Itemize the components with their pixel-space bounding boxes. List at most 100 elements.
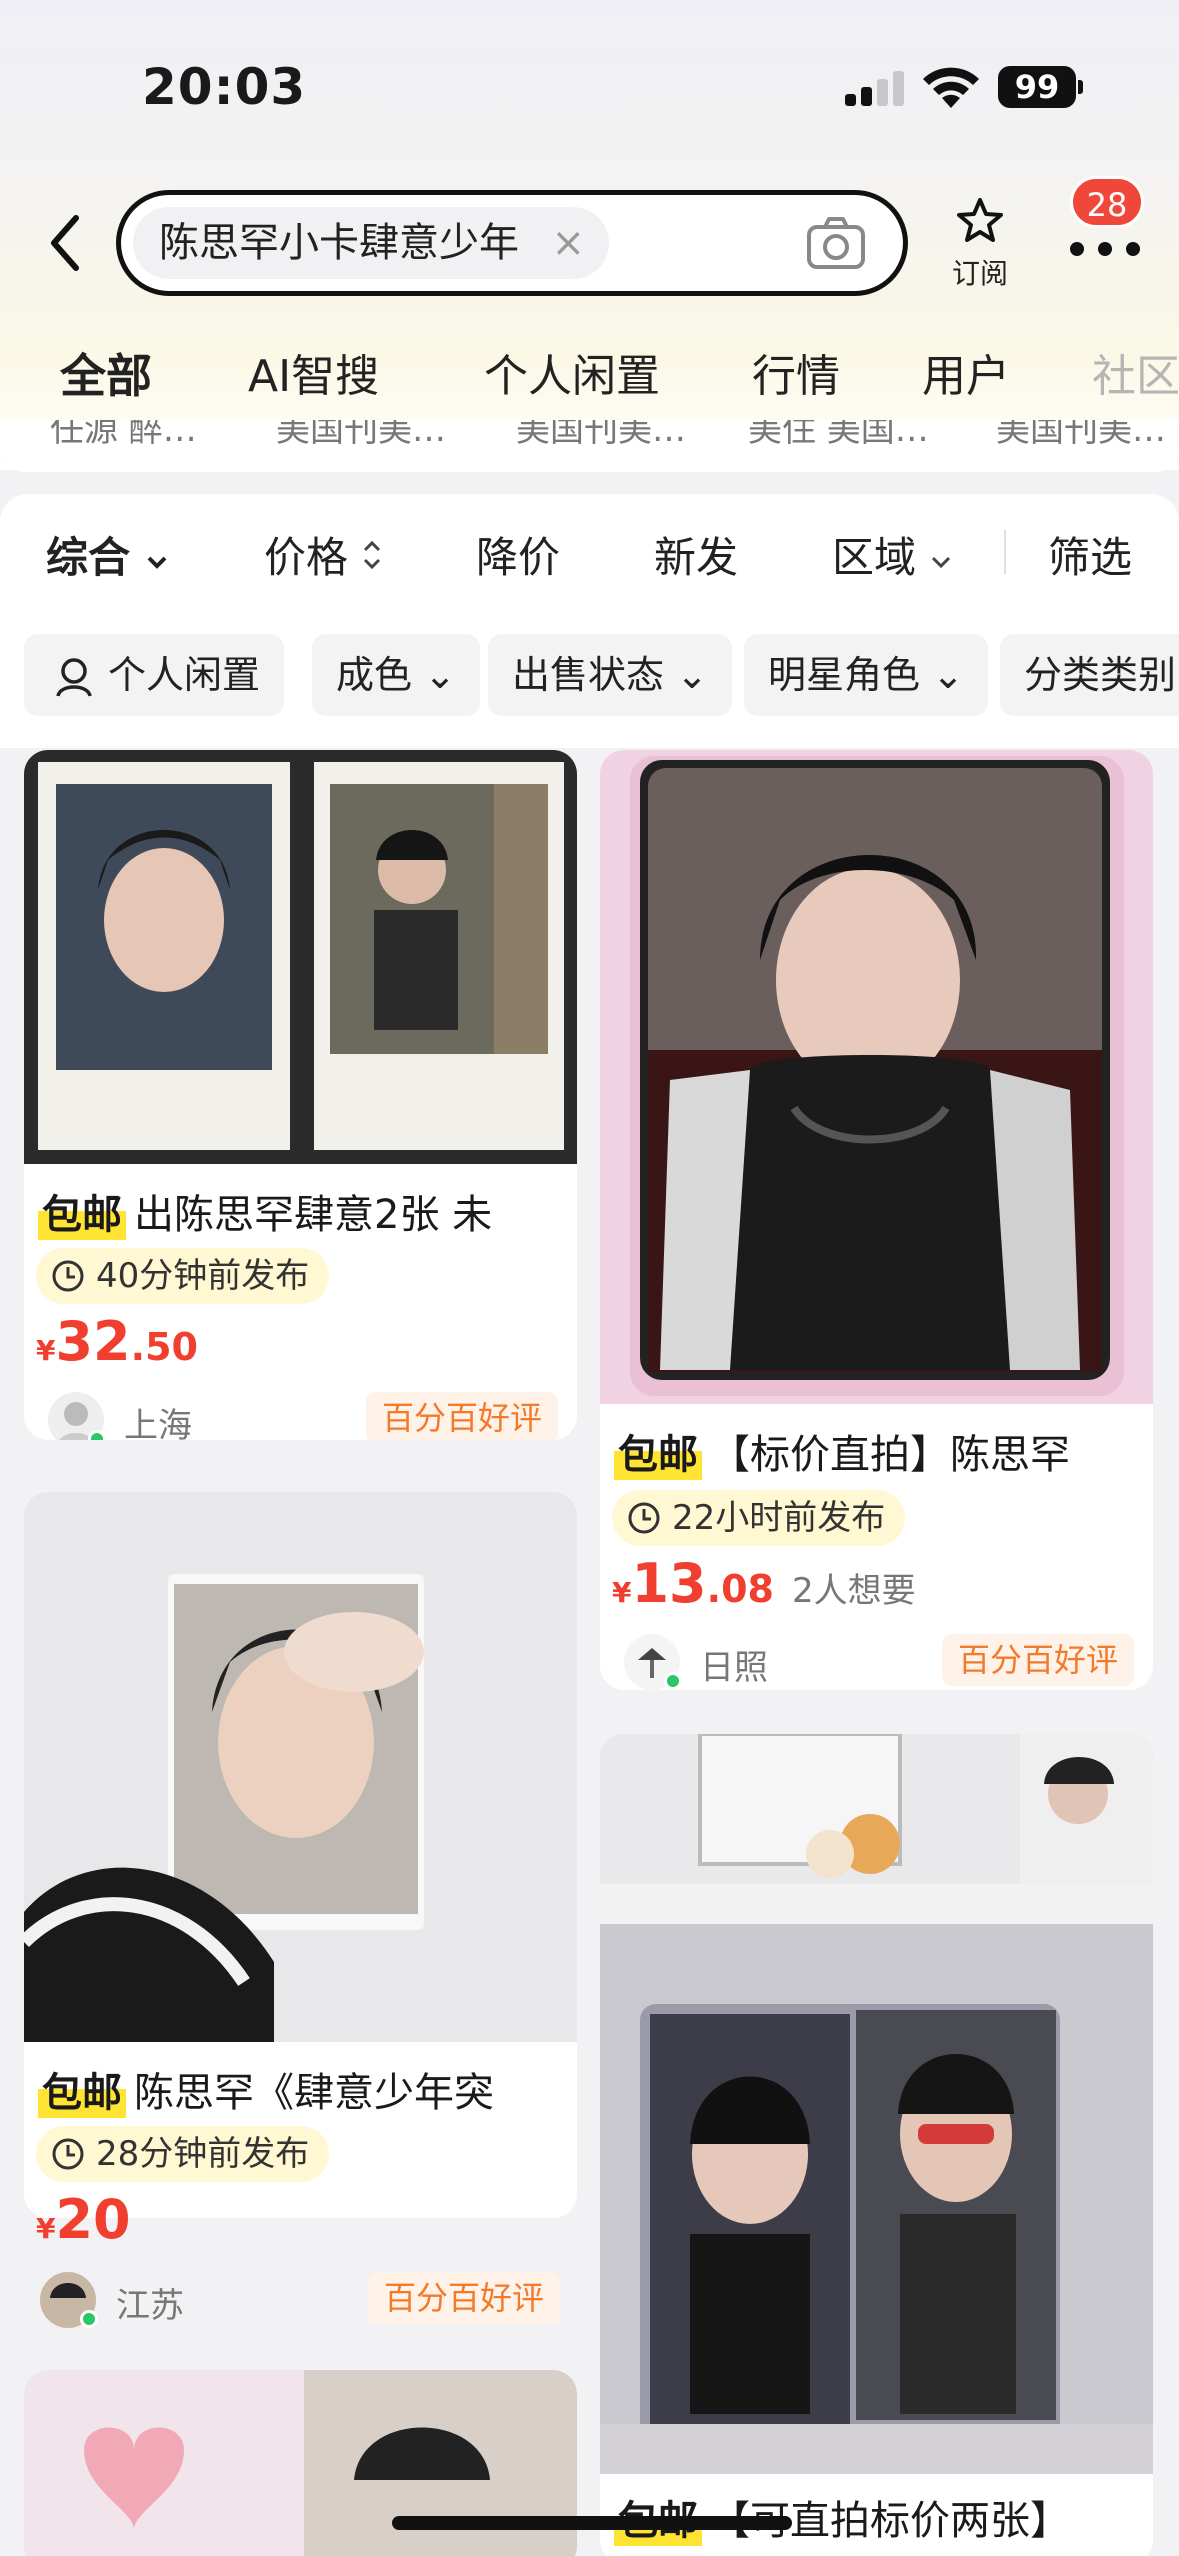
- battery-indicator: 99: [998, 66, 1076, 108]
- chevron-down-icon: ⌄: [676, 653, 708, 697]
- subscribe-button[interactable]: 订阅: [944, 196, 1016, 292]
- product-card[interactable]: 包邮 陈思罕《肆意少年突 28分钟前发布: [24, 1492, 577, 2218]
- notification-badge: 28: [1070, 176, 1144, 228]
- filter-label: 区域: [832, 533, 917, 582]
- sort-price-drop[interactable]: 降价: [476, 524, 560, 585]
- rating-badge: 百分百好评: [367, 2272, 560, 2324]
- online-indicator: [664, 1672, 682, 1690]
- seller-info[interactable]: 上海 百分百好评: [48, 1392, 568, 1440]
- tab-personal-idle[interactable]: 个人闲置: [484, 340, 660, 404]
- product-price: ¥32.50: [36, 1310, 198, 1373]
- chip-label: 出售状态: [512, 653, 665, 697]
- want-count: 2人想要: [791, 1571, 916, 1611]
- product-photo[interactable]: [600, 1734, 1153, 2474]
- price-integer: 32: [55, 1310, 131, 1373]
- tab-market[interactable]: 行情: [752, 340, 840, 404]
- suggestion-item[interactable]: 美住 美国…: [748, 420, 929, 451]
- seller-location: 日照: [700, 1648, 768, 1688]
- pin-star-icon: [957, 198, 1003, 242]
- clock-icon: [52, 1260, 84, 1292]
- free-shipping-tag: 包邮: [614, 1422, 702, 1480]
- filter-label: 价格: [264, 533, 349, 582]
- home-indicator[interactable]: [392, 2516, 792, 2530]
- chip-star-role[interactable]: 明星角色 ⌄: [744, 634, 988, 716]
- sort-arrows-icon: [364, 540, 381, 570]
- product-title-text: 出陈思罕肆意2张 未: [134, 1192, 493, 1238]
- chevron-down-icon: ⌄: [932, 653, 964, 697]
- chip-condition[interactable]: 成色 ⌄: [312, 634, 480, 716]
- rating-badge: 百分百好评: [941, 1634, 1134, 1686]
- chevron-down-icon: ⌄: [424, 653, 456, 697]
- publish-time: 22小时前发布: [612, 1490, 906, 1546]
- chip-label: 成色: [336, 653, 413, 697]
- sort-price[interactable]: 价格: [264, 524, 383, 585]
- suggestion-item[interactable]: 美国刊美…: [276, 420, 446, 451]
- online-indicator: [80, 2310, 98, 2328]
- free-shipping-tag: 包邮: [38, 2060, 126, 2118]
- clock-icon: [628, 1502, 660, 1534]
- product-card[interactable]: 包邮 【标价直拍】陈思罕 22小时前发布 ¥13.08 2人想要 日照 百分百好评: [600, 750, 1153, 1690]
- suggestion-strip: 任源 醉… 美国刊美… 美国刊美… 美住 美国… 美国刊美…: [0, 420, 1179, 472]
- product-title: 包邮 陈思罕《肆意少年突: [38, 2060, 568, 2118]
- search-query-chip[interactable]: 陈思罕小卡肆意少年 ×: [133, 207, 609, 279]
- price-integer: 20: [55, 2188, 131, 2251]
- chip-label: 分类类别: [1024, 653, 1177, 697]
- seller-info[interactable]: 日照 百分百好评: [624, 1634, 1144, 1690]
- search-query-text: 陈思罕小卡肆意少年: [159, 220, 519, 266]
- back-arrow-icon[interactable]: [36, 208, 96, 278]
- online-indicator: [88, 1430, 106, 1440]
- product-title-text: 【标价直拍】陈思罕: [710, 1432, 1070, 1478]
- product-photo[interactable]: [24, 1492, 577, 2042]
- tab-label: 全部: [60, 349, 152, 403]
- product-photo[interactable]: [24, 750, 577, 1164]
- product-title: 包邮 【标价直拍】陈思罕: [614, 1422, 1144, 1480]
- filter-button[interactable]: 筛选: [1048, 524, 1132, 585]
- tab-ai-search[interactable]: AI智搜: [248, 340, 379, 404]
- product-card[interactable]: 包邮【可直拍标价两张】: [600, 1734, 1153, 2556]
- price-decimal: .50: [130, 1325, 198, 1369]
- person-icon: [56, 658, 92, 697]
- seller-info[interactable]: 江苏 百分百好评: [40, 2272, 570, 2332]
- chip-personal-idle[interactable]: 个人闲置: [24, 634, 285, 716]
- product-card[interactable]: 包邮 出陈思罕肆意2张 未 40分钟前发布 ¥32.50 上海 百分百好评: [24, 750, 577, 1440]
- publish-time: 40分钟前发布: [36, 1248, 330, 1304]
- chip-category[interactable]: 分类类别: [1000, 634, 1179, 716]
- filter-region[interactable]: 区域: [832, 524, 953, 585]
- suggestion-item[interactable]: 任源 醉…: [50, 420, 197, 451]
- search-input[interactable]: 陈思罕小卡肆意少年 ×: [116, 190, 908, 296]
- currency-symbol: ¥: [36, 1334, 56, 1367]
- category-tabs: 全部 AI智搜 个人闲置 行情 用户 社区: [0, 340, 1179, 420]
- product-photo[interactable]: [600, 750, 1153, 1404]
- suggestion-item[interactable]: 美国刊美…: [996, 420, 1166, 451]
- product-price: ¥13.08 2人想要: [612, 1552, 916, 1615]
- battery-tip: [1078, 80, 1083, 94]
- sort-newest[interactable]: 新发: [654, 524, 738, 585]
- chevron-down-icon: [147, 556, 167, 569]
- rating-badge: 百分百好评: [365, 1392, 558, 1440]
- publish-time-text: 22小时前发布: [672, 1498, 886, 1538]
- sort-comprehensive[interactable]: 综合: [46, 524, 169, 585]
- chevron-down-icon: [932, 556, 951, 569]
- currency-symbol: ¥: [36, 2212, 56, 2245]
- tab-users[interactable]: 用户: [922, 340, 1010, 404]
- filter-chips: 个人闲置 成色 ⌄ 出售状态 ⌄ 明星角色 ⌄ 分类类别: [0, 618, 1179, 748]
- search-results-page: 20:03 99 陈思罕小卡肆意少年 × 订阅 28 全部 AI智搜 个人闲置 …: [0, 0, 1179, 2556]
- seller-location: 江苏: [116, 2286, 184, 2326]
- subscribe-label: 订阅: [951, 257, 1008, 290]
- product-feed: 包邮 出陈思罕肆意2张 未 40分钟前发布 ¥32.50 上海 百分百好评 包邮…: [0, 748, 1179, 2556]
- product-title-text: 陈思罕《肆意少年突: [134, 2070, 494, 2116]
- status-bar: 20:03 99: [0, 0, 1179, 170]
- publish-time-text: 40分钟前发布: [96, 1256, 310, 1296]
- chip-label: 个人闲置: [108, 653, 261, 697]
- tab-all[interactable]: 全部: [60, 340, 152, 406]
- clear-query-icon[interactable]: ×: [551, 207, 585, 279]
- tab-community[interactable]: 社区: [1092, 340, 1179, 404]
- chip-sale-status[interactable]: 出售状态 ⌄: [488, 634, 732, 716]
- suggestion-item[interactable]: 美国刊美…: [516, 420, 686, 451]
- product-title: 包邮 出陈思罕肆意2张 未: [38, 1182, 568, 1240]
- wifi-icon: [923, 67, 979, 108]
- sort-filter-bar: 综合 价格 降价 新发 区域 筛选: [0, 494, 1179, 618]
- price-decimal: .08: [706, 1567, 774, 1611]
- camera-icon[interactable]: [805, 213, 867, 275]
- product-price: ¥20: [36, 2188, 131, 2251]
